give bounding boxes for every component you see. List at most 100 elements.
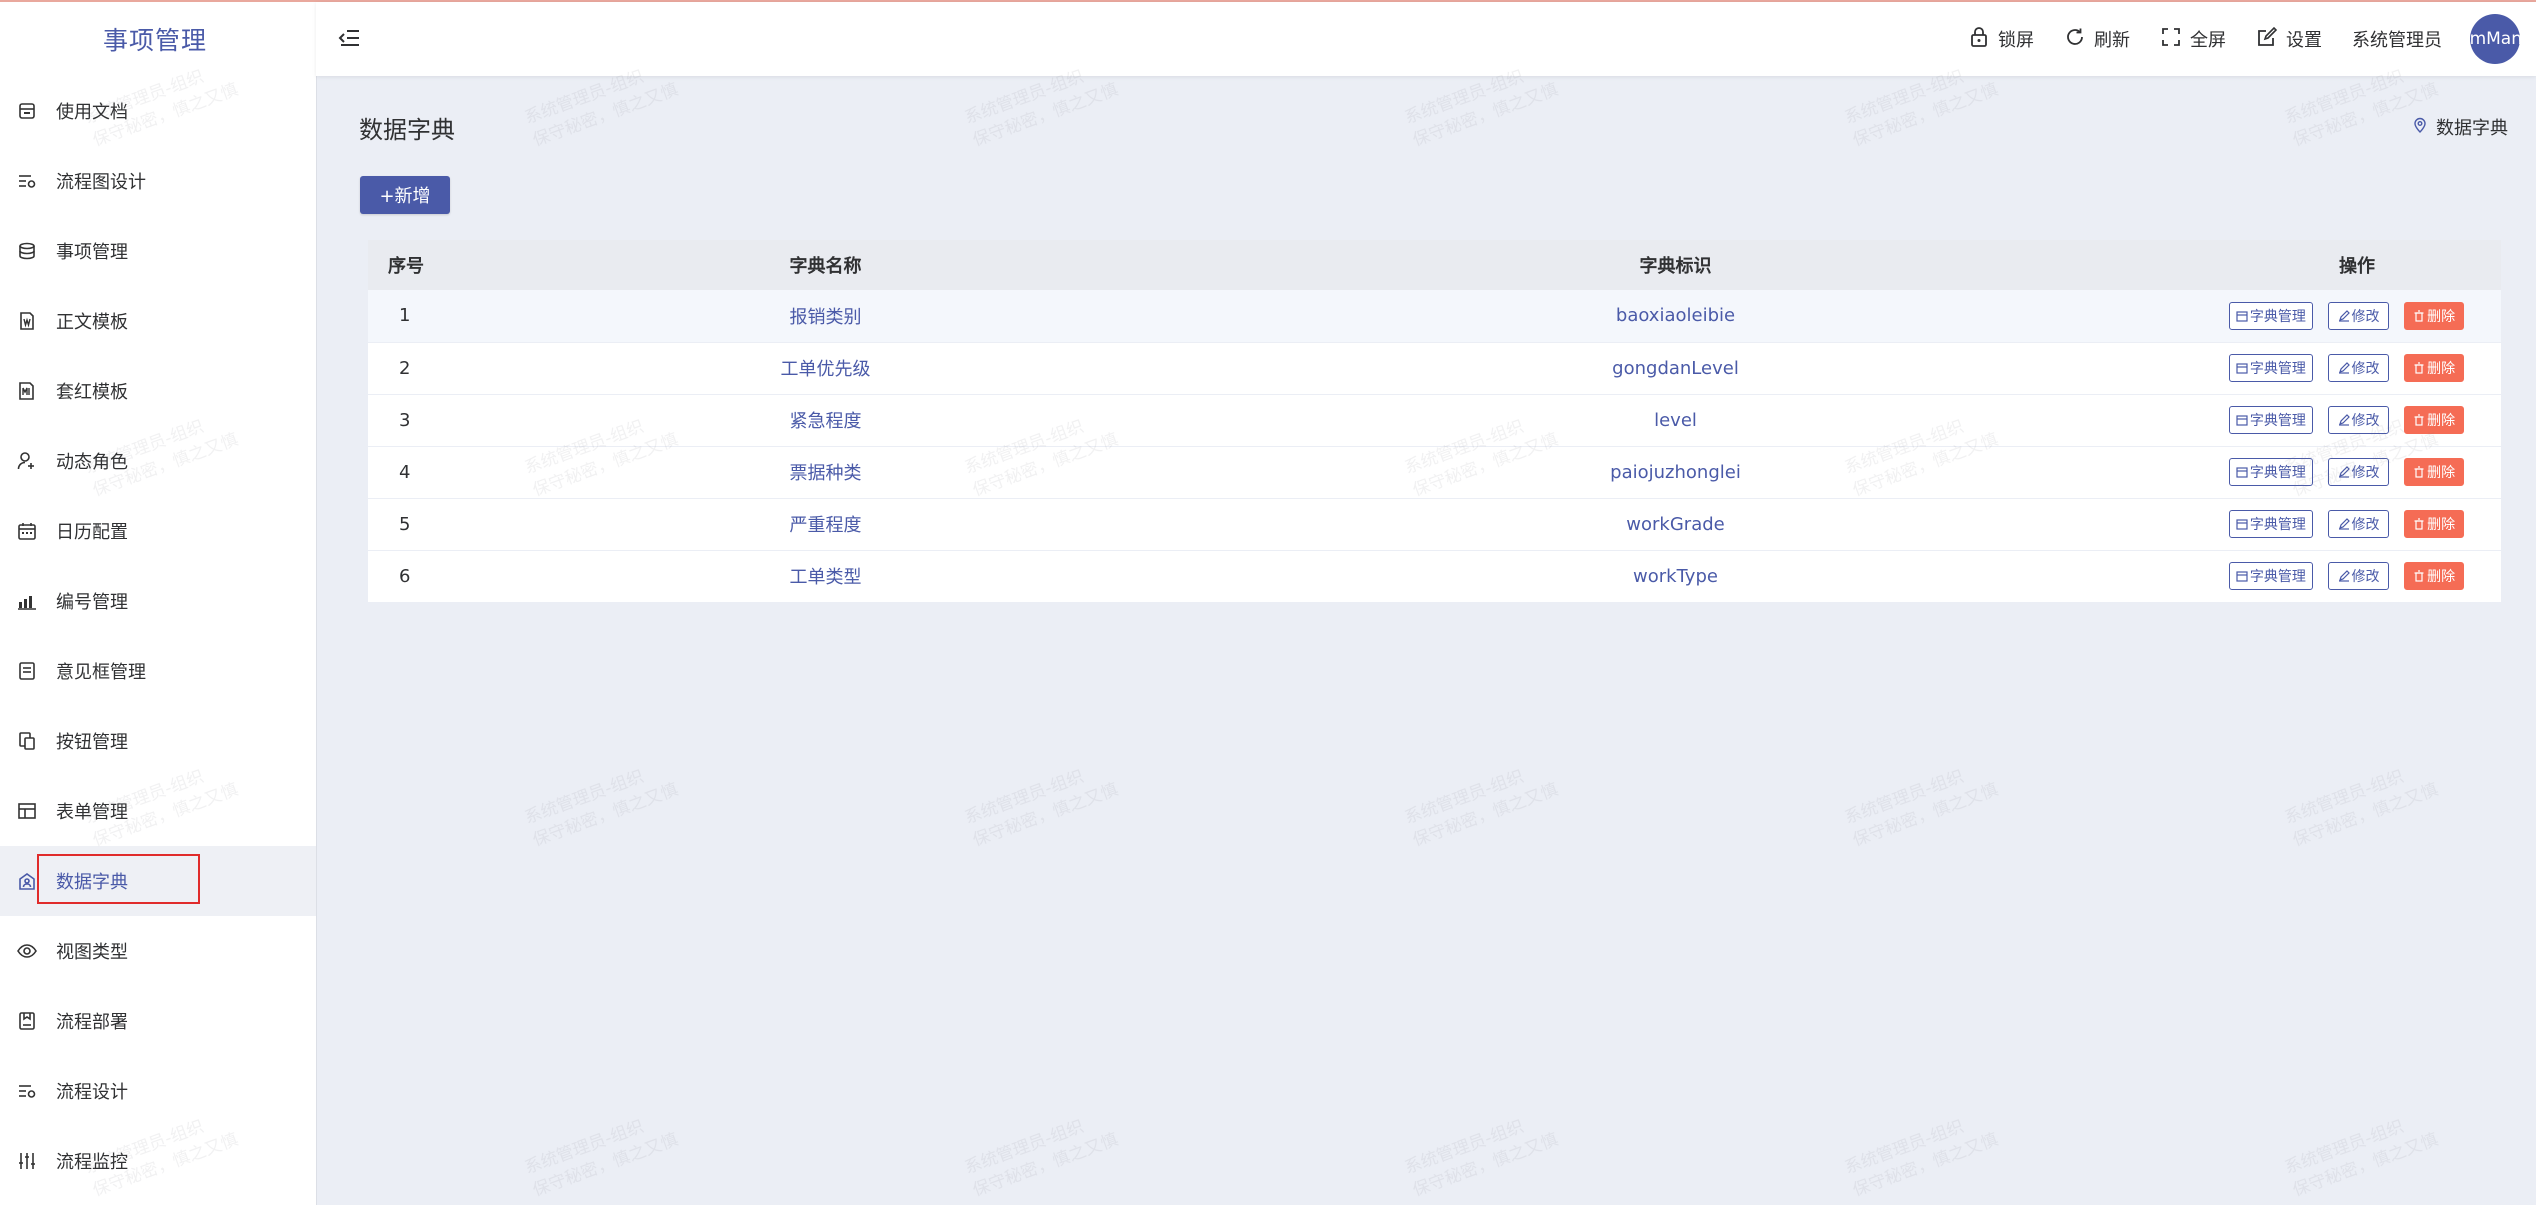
sidebar-item-forms[interactable]: 表单管理 <box>0 776 316 846</box>
table-row: 1 报销类别 baoxiaoleibie 字典管理 修改 删除 <box>368 290 2501 342</box>
deploy-icon <box>16 1010 38 1032</box>
cell-index: 1 <box>399 305 411 327</box>
edit-button[interactable]: 修改 <box>2327 301 2390 330</box>
sidebar-item-flowchart-design[interactable]: 流程图设计 <box>0 146 316 216</box>
sidebar-item-calendar[interactable]: 日历配置 <box>0 496 316 566</box>
dict-manage-button[interactable]: 字典管理 <box>2229 510 2313 538</box>
dict-manage-button[interactable]: 字典管理 <box>2229 354 2313 382</box>
page-title: 数据字典 <box>359 116 455 144</box>
table-row: 3 紧急程度 level 字典管理 修改 删除 <box>368 394 2501 446</box>
delete-button[interactable]: 删除 <box>2404 510 2464 538</box>
sidebar-item-label: 表单管理 <box>56 802 128 823</box>
eye-icon <box>16 940 38 962</box>
cell-dict-code: workGrade <box>1626 513 1725 535</box>
table-icon <box>16 800 38 822</box>
sidebar-item-process-design[interactable]: 流程设计 <box>0 1056 316 1126</box>
sidebar-item-opinion-box[interactable]: 意见框管理 <box>0 636 316 706</box>
delete-label: 删除 <box>2427 361 2456 377</box>
sidebar-item-process-deploy[interactable]: 流程部署 <box>0 986 316 1056</box>
flow-settings-icon <box>16 170 38 192</box>
username[interactable]: 系统管理员 <box>2352 26 2442 52</box>
cell-dict-name: 报销类别 <box>789 306 862 328</box>
dict-manage-button[interactable]: 字典管理 <box>2229 301 2313 330</box>
dict-manage-button[interactable]: 字典管理 <box>2229 406 2313 434</box>
dict-manage-button[interactable]: 字典管理 <box>2229 458 2313 486</box>
lock-screen-button[interactable]: 锁屏 <box>1968 26 2034 53</box>
sidebar-item-data-dictionary[interactable]: 数据字典 <box>0 846 316 916</box>
delete-button[interactable]: 删除 <box>2404 458 2464 486</box>
delete-button[interactable]: 删除 <box>2404 406 2464 434</box>
delete-label: 删除 <box>2427 569 2456 585</box>
sliders-icon <box>16 1150 38 1172</box>
edit-icon <box>2338 309 2352 322</box>
sidebar-item-matters[interactable]: 事项管理 <box>0 216 316 286</box>
red-template-icon <box>16 380 38 402</box>
sidebar-item-buttons[interactable]: 按钮管理 <box>0 706 316 776</box>
dictionary-book-icon <box>2236 518 2250 530</box>
dictionary-book-icon <box>2236 466 2250 478</box>
collapse-sidebar-icon[interactable] <box>338 26 362 50</box>
edit-label: 修改 <box>2351 361 2380 377</box>
cell-actions: 字典管理 修改 删除 <box>2213 394 2501 446</box>
cell-index: 4 <box>399 461 411 483</box>
add-button[interactable]: +新增 <box>360 176 450 214</box>
fullscreen-button[interactable]: 全屏 <box>2160 26 2226 53</box>
delete-button[interactable]: 删除 <box>2404 354 2464 382</box>
cell-dict-name: 工单优先级 <box>780 359 871 380</box>
cell-dict-code: baoxiaoleibie <box>1615 305 1736 327</box>
edit-icon <box>2338 414 2352 426</box>
sidebar-item-view-types[interactable]: 视图类型 <box>0 916 316 986</box>
trash-icon <box>2413 466 2427 478</box>
cell-dict-code: gongdanLevel <box>1612 357 1739 379</box>
sidebar-item-numbering[interactable]: 编号管理 <box>0 566 316 636</box>
sidebar-item-docs[interactable]: 使用文档 <box>0 76 316 146</box>
dict-manage-label: 字典管理 <box>2249 413 2306 429</box>
cell-actions: 字典管理 修改 删除 <box>2213 550 2501 602</box>
sidebar-item-label: 使用文档 <box>56 102 128 123</box>
form-box-icon <box>16 660 38 682</box>
user-add-icon <box>16 450 38 472</box>
sidebar-item-label: 数据字典 <box>56 872 128 893</box>
copy-icon <box>16 730 38 752</box>
settings-button[interactable]: 设置 <box>2256 26 2322 53</box>
cell-index: 6 <box>399 565 411 587</box>
edit-button[interactable]: 修改 <box>2327 354 2390 382</box>
breadcrumb-current[interactable]: 数据字典 <box>2436 114 2508 140</box>
sidebar-item-body-template[interactable]: 正文模板 <box>0 286 316 356</box>
trash-icon <box>2413 310 2427 322</box>
refresh-button[interactable]: 刷新 <box>2064 26 2130 53</box>
sidebar-item-label: 流程部署 <box>56 1012 128 1033</box>
dict-manage-label: 字典管理 <box>2249 308 2306 325</box>
edit-button[interactable]: 修改 <box>2327 458 2390 486</box>
column-header-name: 字典名称 <box>789 256 862 277</box>
edit-button[interactable]: 修改 <box>2327 562 2390 590</box>
sidebar-item-process-monitor[interactable]: 流程监控 <box>0 1126 316 1196</box>
delete-button[interactable]: 删除 <box>2404 562 2464 590</box>
edit-label: 修改 <box>2351 465 2380 481</box>
edit-icon <box>2338 466 2352 478</box>
dict-manage-label: 字典管理 <box>2249 517 2306 533</box>
delete-label: 删除 <box>2427 413 2456 429</box>
edit-icon <box>2338 570 2352 582</box>
cell-index: 3 <box>399 409 411 431</box>
table-row: 2 工单优先级 gongdanLevel 字典管理 修改 删除 <box>368 342 2501 394</box>
fullscreen-label: 全屏 <box>2190 30 2226 51</box>
header-actions: 锁屏 刷新 全屏 设置 系统管理员 emMan <box>1968 2 2536 76</box>
avatar[interactable]: emMan <box>2470 14 2520 64</box>
dict-manage-button[interactable]: 字典管理 <box>2229 562 2313 590</box>
delete-button[interactable]: 删除 <box>2404 301 2464 330</box>
sidebar-item-red-template[interactable]: 套红模板 <box>0 356 316 426</box>
settings-label: 设置 <box>2286 30 2322 51</box>
breadcrumb: 数据字典 <box>2412 114 2508 140</box>
avatar-text: emMan <box>2470 29 2520 49</box>
table-row: 6 工单类型 workType 字典管理 修改 删除 <box>368 550 2501 602</box>
sidebar-item-dynamic-role[interactable]: 动态角色 <box>0 426 316 496</box>
lock-icon <box>1968 26 1998 53</box>
column-header-index: 序号 <box>388 256 424 277</box>
edit-button[interactable]: 修改 <box>2327 510 2390 538</box>
cell-actions: 字典管理 修改 删除 <box>2213 290 2501 342</box>
column-header-code: 字典标识 <box>1639 256 1712 277</box>
edit-button[interactable]: 修改 <box>2327 406 2390 434</box>
dictionary-icon <box>16 870 38 892</box>
trash-icon <box>2413 362 2427 374</box>
